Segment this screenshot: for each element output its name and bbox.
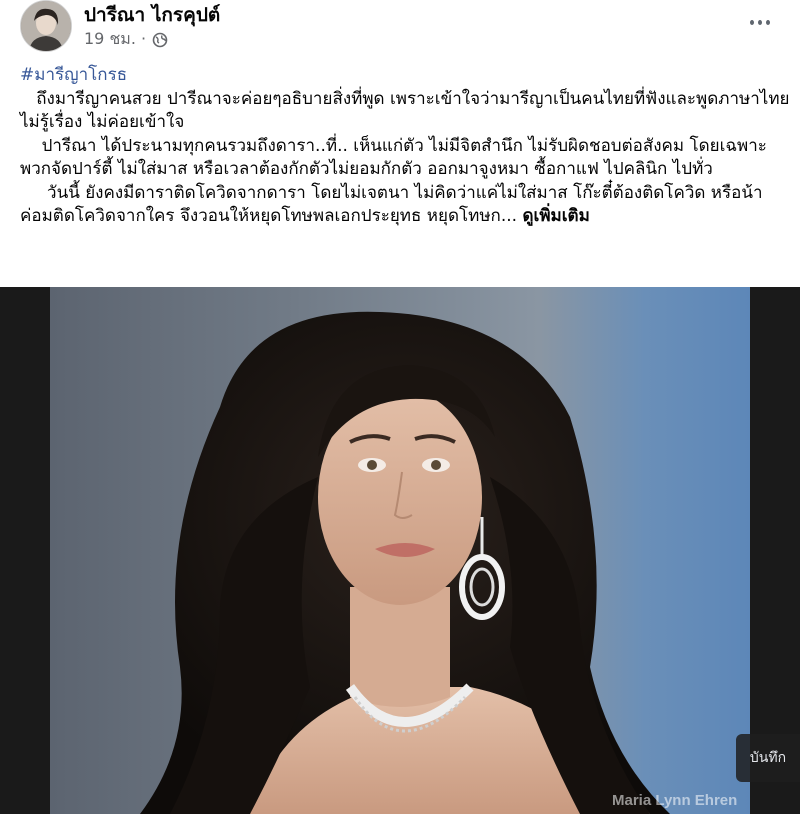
post-paragraph-2: ปารีณา ได้ประนามทุกคนรวมถึงดารา..ที่.. เ… [20, 135, 767, 180]
see-more-link[interactable]: ดูเพิ่มเติม [522, 206, 589, 226]
photo-watermark: Maria Lynn Ehren [612, 792, 738, 809]
post-meta: 19 ชม. · [84, 27, 168, 52]
more-options-icon[interactable] [748, 10, 772, 34]
post-paragraph-1: ถึงมารีญาคนสวย ปารีณาจะค่อยๆอธิบายสิ่งที… [20, 88, 790, 133]
post-header: ปารีณา ไกรคุปต์ 19 ชม. · [0, 0, 800, 58]
post-photo-container: Maria Lynn Ehren บันทึก [0, 287, 800, 814]
globe-icon[interactable] [152, 32, 168, 48]
avatar[interactable] [20, 0, 72, 52]
author-name[interactable]: ปารีณา ไกรคุปต์ [84, 0, 220, 30]
post-photo[interactable]: Maria Lynn Ehren [50, 287, 750, 814]
post-timestamp[interactable]: 19 ชม. · [84, 27, 146, 52]
post-paragraph-3: วันนี้ ยังคงมีดาราติดโควิดจากดารา โดยไม่… [20, 182, 790, 229]
post-body: #มารีญาโกรธ ถึงมารีญาคนสวย ปารีณาจะค่อยๆ… [20, 64, 790, 229]
post-paragraph-3-text: วันนี้ ยังคงมีดาราติดโควิดจากดารา โดยไม่… [20, 182, 763, 227]
save-button[interactable]: บันทึก [736, 734, 800, 782]
hashtag-link[interactable]: #มารีญาโกรธ [20, 64, 790, 88]
avatar-image [21, 1, 71, 51]
